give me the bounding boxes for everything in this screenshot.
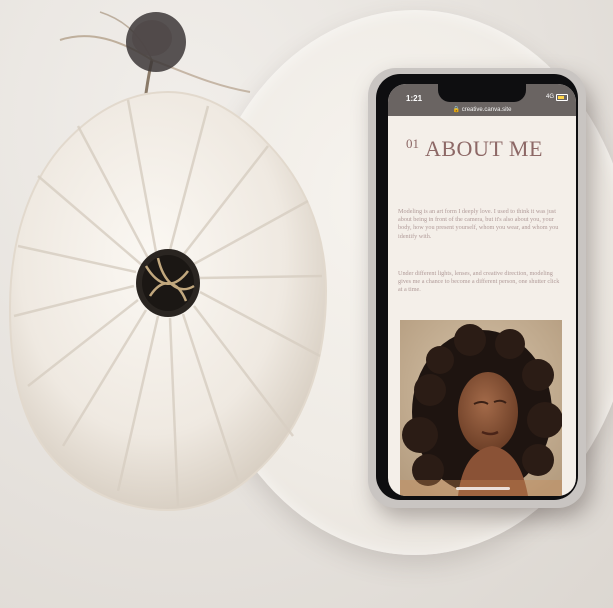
portrait-photo bbox=[400, 320, 562, 496]
phone-bezel: 1:21 4G 🔒 creative.canva.site 01 ABOUT M… bbox=[376, 74, 578, 500]
smartphone: 1:21 4G 🔒 creative.canva.site 01 ABOUT M… bbox=[368, 68, 586, 508]
signal-indicator: 4G bbox=[545, 94, 554, 100]
section-number: 01 bbox=[406, 136, 419, 151]
about-paragraph-2: Under different lights, lenses, and crea… bbox=[398, 270, 560, 294]
status-bar: 1:21 4G 🔒 creative.canva.site bbox=[388, 84, 576, 116]
ribbed-vase bbox=[8, 86, 330, 516]
phone-notch bbox=[438, 84, 526, 102]
page-title: ABOUT ME bbox=[425, 136, 543, 161]
about-paragraph-1: Modeling is an art form I deeply love. I… bbox=[398, 208, 559, 240]
page-heading: 01 ABOUT ME bbox=[406, 136, 543, 162]
lock-icon: 🔒 bbox=[452, 107, 461, 113]
url-bar[interactable]: 🔒 creative.canva.site bbox=[388, 106, 576, 113]
phone-screen: 1:21 4G 🔒 creative.canva.site 01 ABOUT M… bbox=[388, 84, 576, 496]
photo-scene: 1:21 4G 🔒 creative.canva.site 01 ABOUT M… bbox=[0, 0, 613, 608]
battery-icon bbox=[556, 94, 568, 101]
status-time: 1:21 bbox=[406, 94, 423, 103]
home-indicator bbox=[456, 487, 510, 490]
url-text: creative.canva.site bbox=[461, 107, 512, 113]
